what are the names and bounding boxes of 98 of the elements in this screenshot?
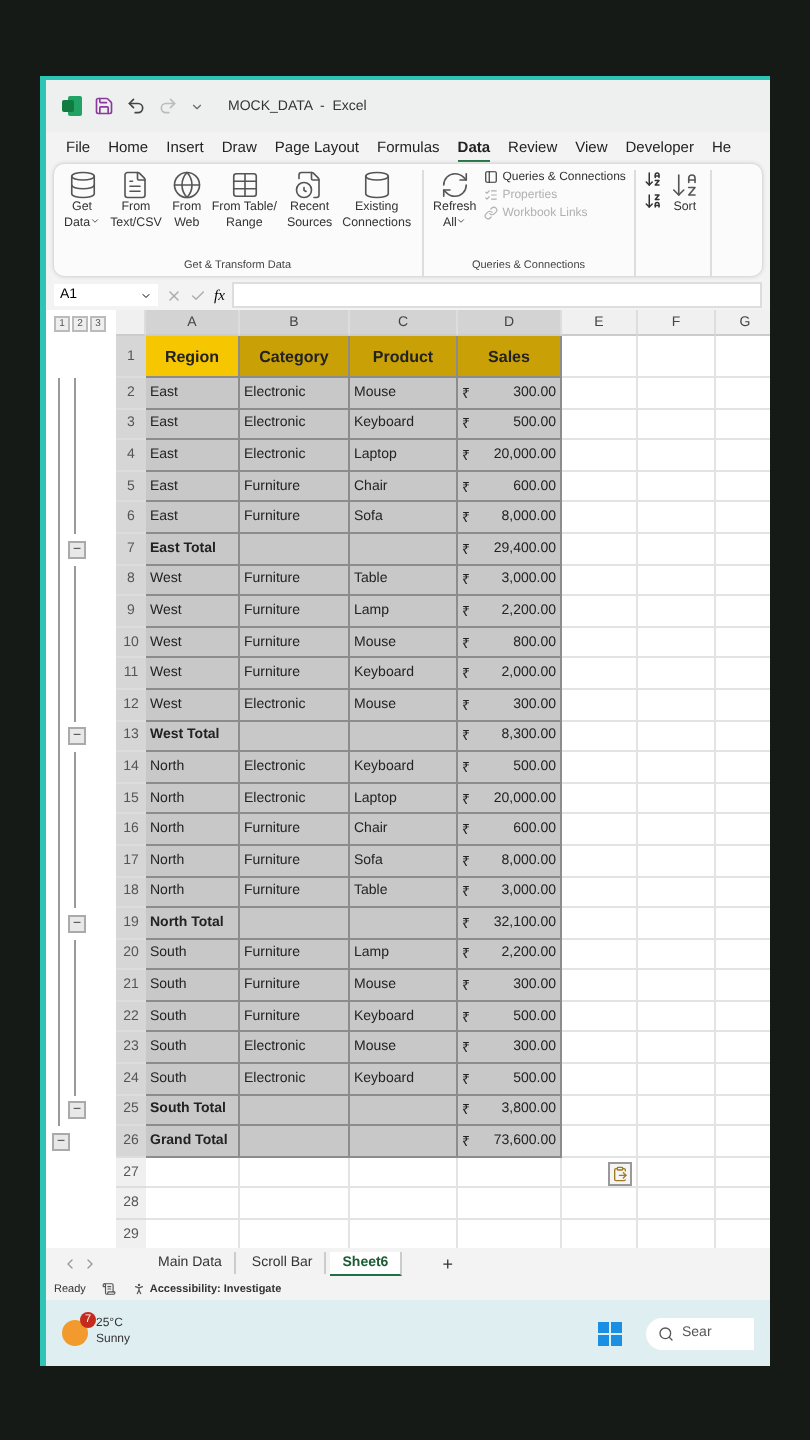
previous-sheet-icon[interactable] — [62, 1255, 78, 1271]
header-cell: Category — [240, 336, 350, 378]
cylinder-icon — [361, 170, 392, 200]
table-cell — [350, 1157, 458, 1189]
table-cell — [638, 1064, 716, 1096]
table-cell — [562, 502, 638, 534]
text-file-icon — [120, 170, 151, 200]
table-cell — [638, 877, 716, 909]
table-cell — [562, 1095, 638, 1127]
table-cell — [458, 1188, 562, 1221]
table-cell — [562, 845, 638, 877]
table-cell — [562, 336, 638, 378]
table-cell — [240, 533, 350, 566]
database-icon — [67, 170, 98, 200]
table-cell — [638, 939, 716, 971]
table-cell — [562, 658, 638, 690]
cancel-icon[interactable] — [166, 287, 182, 303]
table-cell — [562, 783, 638, 815]
table-cell — [638, 471, 716, 503]
macro-icon[interactable] — [101, 1282, 116, 1296]
table-cell — [638, 502, 716, 534]
clipboard-icon — [612, 1165, 628, 1182]
table-cell — [638, 440, 716, 472]
table-cell — [562, 565, 638, 597]
table-cell — [638, 627, 716, 659]
table-cell — [638, 845, 716, 877]
table-cell — [638, 783, 716, 815]
table-cell — [240, 1188, 350, 1221]
enter-icon[interactable] — [190, 287, 206, 303]
table-cell — [240, 1126, 350, 1158]
table-cell — [562, 409, 638, 441]
table-cell — [638, 1095, 716, 1127]
table-icon — [229, 170, 260, 200]
spreadsheet-logo-icon — [62, 96, 82, 116]
sort-ascending-icon[interactable] — [643, 170, 662, 188]
table-cell — [638, 970, 716, 1002]
table-cell — [638, 908, 716, 940]
table-cell — [562, 721, 638, 753]
table-cell — [638, 1032, 716, 1065]
table-cell — [146, 1188, 240, 1221]
table-cell — [562, 440, 638, 472]
table-cell — [562, 471, 638, 503]
sort-descending-icon[interactable] — [643, 192, 662, 210]
header-cell: Product — [350, 336, 458, 378]
table-cell — [562, 627, 638, 659]
table-cell — [638, 533, 716, 566]
table-cell — [638, 1001, 716, 1033]
table-cell — [638, 1126, 716, 1158]
caret-icon[interactable] — [140, 289, 152, 301]
table-cell — [638, 658, 716, 690]
table-cell — [638, 1188, 716, 1221]
table-cell — [562, 533, 638, 566]
table-cell — [562, 939, 638, 971]
file-clock-icon — [294, 170, 325, 200]
table-cell — [638, 409, 716, 441]
start-icon[interactable] — [598, 1321, 622, 1345]
table-cell — [638, 814, 716, 846]
table-cell — [562, 596, 638, 628]
table-cell — [638, 721, 716, 753]
table-cell — [562, 908, 638, 940]
refresh-icon — [439, 170, 470, 200]
table-cell — [240, 721, 350, 753]
table-cell — [240, 1095, 350, 1127]
save-icon[interactable] — [94, 96, 114, 116]
table-cell — [638, 378, 716, 410]
table-cell — [240, 908, 350, 940]
table-cell — [562, 814, 638, 846]
table-cell — [638, 565, 716, 597]
accessibility-icon[interactable] — [131, 1282, 146, 1296]
globe-icon — [171, 170, 202, 200]
header-cell: Region — [146, 336, 240, 378]
table-cell — [240, 1157, 350, 1189]
table-cell — [562, 970, 638, 1002]
list-icon — [484, 188, 499, 202]
paste-options-button[interactable] — [608, 1161, 632, 1186]
table-cell — [350, 1188, 458, 1221]
link-icon — [484, 206, 499, 220]
formula-input[interactable] — [232, 282, 762, 308]
table-cell — [562, 877, 638, 909]
undo-icon[interactable] — [126, 96, 146, 116]
search-icon — [658, 1325, 674, 1341]
header-cell: Sales — [458, 336, 562, 378]
table-cell — [562, 378, 638, 410]
table-cell — [638, 752, 716, 784]
table-cell — [638, 689, 716, 722]
table-cell — [562, 752, 638, 784]
customize-icon[interactable] — [190, 99, 204, 113]
sort-icon — [669, 170, 700, 200]
table-cell — [562, 1032, 638, 1065]
add-sheet-button[interactable]: + — [430, 1251, 465, 1275]
next-sheet-icon[interactable] — [82, 1255, 98, 1271]
table-cell — [638, 596, 716, 628]
table-cell — [562, 1064, 638, 1096]
table-cell — [562, 689, 638, 722]
table-cell — [562, 1001, 638, 1033]
panel-icon — [484, 170, 499, 184]
table-cell — [638, 336, 716, 378]
table-cell — [146, 1157, 240, 1189]
